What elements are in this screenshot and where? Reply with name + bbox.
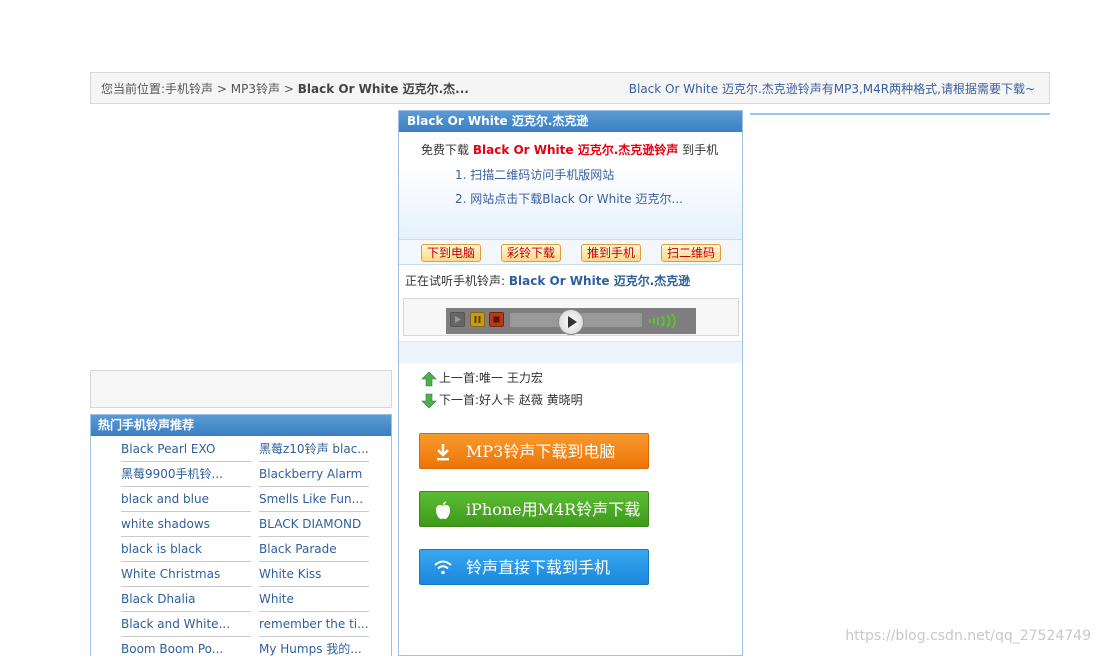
play-small-icon[interactable] xyxy=(450,312,465,327)
audio-player-container xyxy=(403,298,739,336)
arrow-up-icon xyxy=(421,371,437,386)
next-label: 下一首: xyxy=(439,393,480,407)
now-playing-label: 正在试听手机铃声: xyxy=(405,274,506,288)
hot-ringtone-link[interactable]: Black Parade xyxy=(259,537,369,562)
volume-icon[interactable] xyxy=(648,312,680,334)
download-icon xyxy=(432,434,454,470)
hot-ringtones-list: Black Pearl EXO 黑莓z10铃声 blac... 黑莓9900手机铃.… xyxy=(91,437,393,656)
right-panel-border xyxy=(750,113,1050,115)
play-icon[interactable] xyxy=(558,309,584,335)
hot-ringtone-link[interactable]: remember the ti... xyxy=(259,612,369,637)
step-click-download[interactable]: 2. 网站点击下载Black Or White 迈克尔... xyxy=(455,190,683,207)
download-to-pc-button[interactable]: 下到电脑 xyxy=(421,244,482,262)
mp3-download-button[interactable]: MP3铃声下载到电脑 xyxy=(419,433,649,469)
hot-ringtones-title: 热门手机铃声推荐 xyxy=(91,415,391,436)
breadcrumb-separator: > xyxy=(216,82,227,96)
hot-ringtone-row: black and blue Smells Like Fun... xyxy=(91,487,393,512)
hot-ringtone-link[interactable]: White xyxy=(259,587,369,612)
free-download-line: 免费下载 Black Or White 迈克尔.杰克逊铃声 到手机 xyxy=(421,141,718,158)
wifi-icon xyxy=(432,550,454,586)
hot-ringtone-link[interactable]: 黑莓z10铃声 blac... xyxy=(259,437,369,462)
hot-ringtone-link[interactable]: My Humps 我的... xyxy=(259,637,369,656)
hot-ringtone-link[interactable]: White Kiss xyxy=(259,562,369,587)
hot-ringtone-link[interactable]: Black Pearl EXO xyxy=(121,437,251,462)
phone-download-label: 铃声直接下载到手机 xyxy=(466,558,611,577)
hot-ringtone-row: 黑莓9900手机铃... Blackberry Alarm xyxy=(91,462,393,487)
hot-ringtone-row: Black Pearl EXO 黑莓z10铃声 blac... xyxy=(91,437,393,462)
hot-ringtone-row: Black Dhalia White xyxy=(91,587,393,612)
breadcrumb-current: Black Or White 迈克尔.杰... xyxy=(297,82,469,96)
hot-ringtone-row: Black and White... remember the ti... xyxy=(91,612,393,637)
breadcrumb: 您当前位置:手机铃声 > MP3铃声 > Black Or White 迈克尔.… xyxy=(101,80,469,97)
breadcrumb-prefix: 您当前位置: xyxy=(101,82,166,96)
iphone-m4r-download-button[interactable]: iPhone用M4R铃声下载 xyxy=(419,491,649,527)
download-info: 免费下载 Black Or White 迈克尔.杰克逊铃声 到手机 1. 扫描二… xyxy=(399,133,742,239)
breadcrumb-link-mp3[interactable]: MP3铃声 xyxy=(231,82,280,96)
song-title: Black Or White 迈克尔.杰克逊 xyxy=(399,111,742,132)
prev-song-name[interactable]: 唯一 王力宏 xyxy=(479,371,543,385)
hot-ringtone-link[interactable]: Black and White... xyxy=(121,612,251,637)
iphone-download-label: iPhone用M4R铃声下载 xyxy=(466,500,641,519)
free-song-name: Black Or White 迈克尔.杰克逊铃声 xyxy=(472,143,679,157)
stop-icon[interactable] xyxy=(489,312,504,327)
hot-ringtone-link[interactable]: BLACK DIAMOND xyxy=(259,512,369,537)
now-playing: 正在试听手机铃声: Black Or White 迈克尔.杰克逊 xyxy=(405,272,690,289)
hot-ringtone-link[interactable]: Blackberry Alarm xyxy=(259,462,369,487)
divider-band xyxy=(399,341,742,363)
hot-ringtone-row: White Christmas White Kiss xyxy=(91,562,393,587)
hot-ringtone-row: Boom Boom Po... My Humps 我的... xyxy=(91,637,393,656)
breadcrumb-separator: > xyxy=(283,82,294,96)
next-song[interactable]: 下一首:好人卡 赵薇 黄晓明 xyxy=(421,391,583,409)
hot-ringtone-link[interactable]: Boom Boom Po... xyxy=(121,637,251,656)
action-button-bar: 下到电脑 彩铃下载 推到手机 扫二维码 xyxy=(399,239,742,265)
now-playing-name: Black Or White 迈克尔.杰克逊 xyxy=(508,274,691,288)
format-note: Black Or White 迈克尔.杰克逊铃声有MP3,M4R两种格式,请根据… xyxy=(628,82,1035,96)
hot-ringtone-link[interactable]: black is black xyxy=(121,537,251,562)
step-scan-qr: 1. 扫描二维码访问手机版网站 xyxy=(455,168,615,182)
watermark: https://blog.csdn.net/qq_27524749 xyxy=(845,628,1091,644)
breadcrumb-link-ringtones[interactable]: 手机铃声 xyxy=(165,82,213,96)
song-panel: Black Or White 迈克尔.杰克逊 免费下载 Black Or Whi… xyxy=(398,110,743,656)
arrow-down-icon xyxy=(421,393,437,408)
pause-icon[interactable] xyxy=(470,312,485,327)
hot-ringtones-panel: 热门手机铃声推荐 Black Pearl EXO 黑莓z10铃声 blac... 黑… xyxy=(90,414,392,656)
ad-placeholder xyxy=(90,370,392,408)
hot-ringtone-row: black is black Black Parade xyxy=(91,537,393,562)
prev-label: 上一首: xyxy=(439,371,480,385)
hot-ringtone-row: white shadows BLACK DIAMOND xyxy=(91,512,393,537)
hot-ringtone-link[interactable]: 黑莓9900手机铃... xyxy=(121,462,251,487)
push-to-phone-button[interactable]: 推到手机 xyxy=(581,244,642,262)
hot-ringtone-link[interactable]: black and blue xyxy=(121,487,251,512)
crbt-download-button[interactable]: 彩铃下载 xyxy=(501,244,562,262)
hot-ringtone-link[interactable]: Black Dhalia xyxy=(121,587,251,612)
phone-direct-download-button[interactable]: 铃声直接下载到手机 xyxy=(419,549,649,585)
apple-icon xyxy=(432,492,454,528)
mp3-download-label: MP3铃声下载到电脑 xyxy=(466,442,616,461)
hot-ringtone-link[interactable]: white shadows xyxy=(121,512,251,537)
audio-player xyxy=(446,308,696,335)
hot-ringtone-link[interactable]: White Christmas xyxy=(121,562,251,587)
hot-ringtone-link[interactable]: Smells Like Fun... xyxy=(259,487,369,512)
next-song-name[interactable]: 好人卡 赵薇 黄晓明 xyxy=(479,393,583,407)
breadcrumb-bar: 您当前位置:手机铃声 > MP3铃声 > Black Or White 迈克尔.… xyxy=(90,72,1050,104)
scan-qr-button[interactable]: 扫二维码 xyxy=(661,244,722,262)
free-prefix: 免费下载 xyxy=(421,143,470,157)
prev-song[interactable]: 上一首:唯一 王力宏 xyxy=(421,369,543,387)
free-suffix: 到手机 xyxy=(682,143,719,157)
